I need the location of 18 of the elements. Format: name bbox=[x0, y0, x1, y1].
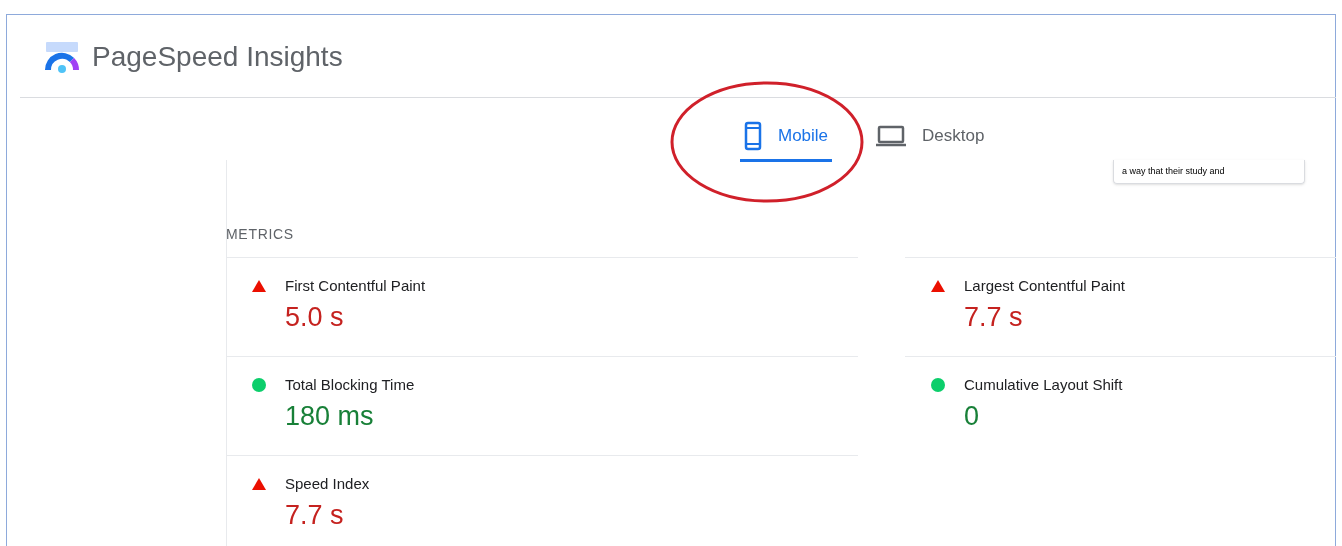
device-tab[interactable]: Mobile bbox=[740, 112, 833, 162]
metric-label: Speed Index bbox=[285, 473, 370, 494]
laptop-icon bbox=[876, 124, 907, 147]
preview-text: a way that their study and bbox=[1122, 164, 1225, 178]
metric-value: 0 bbox=[964, 401, 980, 431]
metric-value: 180 ms bbox=[285, 401, 374, 431]
app-title: PageSpeed Insights bbox=[92, 40, 343, 74]
phone-icon bbox=[744, 120, 762, 151]
metric-label: First Contentful Paint bbox=[285, 275, 426, 296]
metric-value: 5.0 s bbox=[285, 302, 344, 332]
metric-label: Largest Contentful Paint bbox=[964, 275, 1125, 296]
metric-label: Cumulative Layout Shift bbox=[964, 374, 1123, 395]
logo-icon bbox=[44, 40, 80, 74]
metric-value: 7.7 s bbox=[964, 302, 1023, 332]
metrics-heading: METRICS bbox=[226, 226, 294, 242]
device-tab[interactable]: Desktop bbox=[872, 112, 989, 162]
metric-label: Total Blocking Time bbox=[285, 374, 415, 395]
metric-value: 7.7 s bbox=[285, 500, 344, 530]
